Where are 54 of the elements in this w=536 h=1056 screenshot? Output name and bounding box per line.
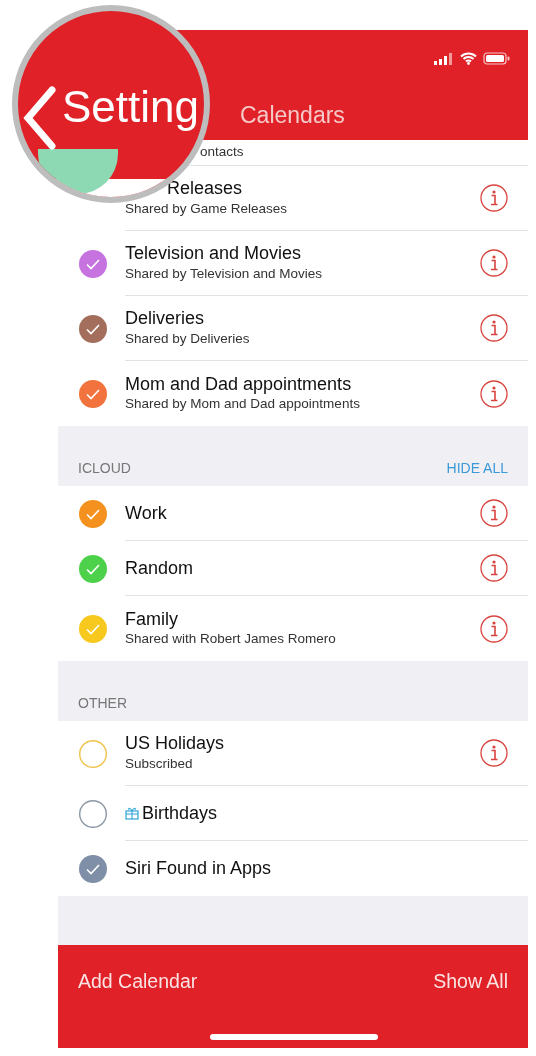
calendar-name: Random bbox=[125, 557, 194, 578]
info-icon[interactable] bbox=[480, 614, 508, 643]
calendar-row[interactable]: Random bbox=[58, 541, 528, 596]
calendar-row[interactable]: Family Shared with Robert James Romero bbox=[58, 596, 528, 661]
calendar-name: Work bbox=[125, 502, 167, 523]
calendar-name: Family bbox=[125, 608, 178, 629]
calendar-row[interactable]: Work bbox=[58, 486, 528, 541]
checked-circle-icon[interactable] bbox=[78, 553, 108, 584]
calendar-subtitle: Shared by Game Releases bbox=[125, 200, 288, 216]
add-calendar-button[interactable]: Add Calendar bbox=[78, 967, 198, 997]
battery-icon bbox=[483, 52, 510, 65]
calendar-row[interactable]: Birthdays bbox=[58, 786, 528, 841]
calendar-name: US Holidays bbox=[125, 733, 225, 754]
calendar-row[interactable]: US Holidays Subscribed bbox=[58, 721, 528, 786]
calendar-row[interactable]: Television and Movies Shared by Television and Movies bbox=[58, 231, 528, 296]
checked-circle-icon[interactable] bbox=[78, 313, 108, 344]
calendar-name: Television and Movies bbox=[125, 243, 302, 264]
calendar-name: Releases bbox=[167, 178, 243, 199]
checked-circle-icon[interactable] bbox=[78, 248, 108, 279]
info-icon[interactable] bbox=[480, 314, 508, 342]
calendar-row[interactable]: Mom and Dad appointments Shared by Mom and Dad appointments bbox=[58, 361, 528, 426]
back-chevron-icon[interactable] bbox=[22, 86, 56, 150]
signal-icon bbox=[434, 52, 454, 65]
calendar-subtitle: ontacts bbox=[200, 144, 244, 160]
calendar-row[interactable]: Siri Found in Apps bbox=[58, 841, 528, 896]
wifi-icon bbox=[460, 52, 477, 65]
show-all-button[interactable]: Show All bbox=[433, 967, 508, 997]
info-icon[interactable] bbox=[480, 499, 508, 527]
checked-circle-icon[interactable] bbox=[78, 498, 108, 529]
calendar-name: Deliveries bbox=[125, 308, 205, 329]
calendar-subtitle: Shared by Mom and Dad appointments bbox=[125, 396, 360, 412]
section-header: OTHER bbox=[78, 694, 127, 713]
calendar-name: Mom and Dad appointments bbox=[125, 373, 352, 394]
gift-icon bbox=[125, 806, 139, 820]
info-icon[interactable] bbox=[480, 554, 508, 582]
info-icon[interactable] bbox=[480, 184, 508, 212]
checked-circle-icon[interactable] bbox=[78, 853, 108, 884]
unchecked-circle-icon[interactable] bbox=[78, 738, 108, 769]
checked-circle-icon[interactable] bbox=[78, 613, 108, 644]
calendar-name: Siri Found in Apps bbox=[125, 858, 272, 879]
calendar-subtitle: Shared by Television and Movies bbox=[125, 265, 323, 281]
calendar-subtitle: Subscribed bbox=[125, 755, 193, 771]
back-label[interactable]: Setting bbox=[62, 85, 199, 129]
screen-title: Calendars bbox=[240, 101, 345, 130]
calendar-row[interactable]: Deliveries Shared by Deliveries bbox=[58, 296, 528, 361]
calendar-subtitle: Shared with Robert James Romero bbox=[125, 631, 336, 647]
calendar-name: Birthdays bbox=[142, 801, 218, 825]
info-icon[interactable] bbox=[480, 739, 508, 767]
calendar-subtitle: Shared by Deliveries bbox=[125, 330, 250, 346]
info-icon[interactable] bbox=[480, 379, 508, 408]
checked-circle-icon[interactable] bbox=[78, 378, 108, 409]
section-header: ICLOUD bbox=[78, 459, 131, 478]
unchecked-circle-icon[interactable] bbox=[78, 798, 108, 829]
info-icon[interactable] bbox=[480, 249, 508, 277]
